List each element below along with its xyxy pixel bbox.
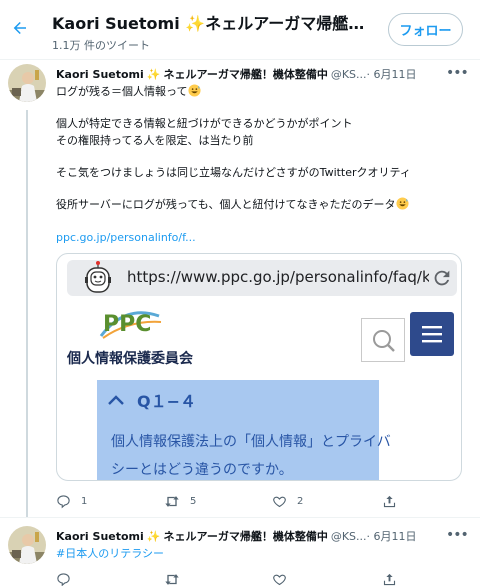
faq-question-line: 個人情報保護法上の「個人情報」とプライバ: [111, 434, 391, 450]
author-name[interactable]: Kaori Suetomi: [56, 68, 144, 81]
author-name-suffix[interactable]: ネェルアーガマ帰艦！機体整備中: [164, 66, 328, 82]
reply-icon: [57, 572, 70, 586]
chevron-up-icon: [108, 395, 124, 405]
search-icon: [373, 330, 395, 352]
site-menu-button: [410, 312, 454, 356]
tweet-header: Kaori Suetomi ✨ ネェルアーガマ帰艦！機体整備中 @KS... ·…: [56, 66, 417, 82]
thread-connector-line: [26, 110, 28, 518]
mascot-icon: [79, 260, 117, 298]
logo-text: PPC: [103, 312, 152, 337]
avatar-image: [8, 526, 46, 564]
retweet-count: 5: [190, 495, 197, 507]
avatar[interactable]: [8, 64, 46, 102]
card-url-text: https://www.ppc.go.jp/personalinfo/faq/k…: [127, 268, 429, 286]
share-icon: [383, 495, 396, 507]
retweet-button[interactable]: 5: [164, 492, 196, 510]
author-name-suffix[interactable]: ネェルアーガマ帰艦！機体整備中: [164, 528, 328, 544]
share-button[interactable]: [382, 492, 397, 510]
retweet-icon: [165, 573, 179, 585]
share-button[interactable]: [382, 570, 397, 586]
author-handle[interactable]: @KS...: [331, 530, 367, 543]
reply-button[interactable]: [56, 570, 71, 586]
arrow-left-icon: [13, 22, 26, 34]
faq-heading: Q１−４: [107, 388, 196, 412]
tweet-link[interactable]: ppc.go.jp/personalinfo/f...: [56, 231, 196, 244]
tweet-header: Kaori Suetomi ✨ ネェルアーガマ帰艦！機体整備中 @KS... ·…: [56, 528, 417, 544]
heart-icon: [273, 574, 286, 585]
sweat-smile-emoji: [188, 84, 201, 97]
tweet-text-line: ログが残る＝個人情報って: [56, 83, 201, 99]
ppc-logo: PPC 個人情報保護委員会: [67, 311, 227, 372]
hashtag-link[interactable]: #日本人のリテラシー: [56, 545, 164, 561]
tweet-actions: [56, 570, 476, 586]
more-options-button[interactable]: •••: [446, 66, 469, 80]
faq-number: Q１−４: [137, 392, 197, 411]
retweet-icon: [165, 495, 179, 507]
sparkle-emoji: ✨: [146, 529, 161, 543]
tweet-text: そこ気をつけましょうは同じ立場なんだけどさすがのTwitterクオリティ: [56, 166, 411, 179]
faq-question: 個人情報保護法上の「個人情報」とプライバ シーとはどう違うのですか。: [111, 428, 391, 480]
tweet-date[interactable]: · 6月11日: [367, 66, 417, 82]
tweet-actions: 1 5 2: [56, 492, 476, 510]
avatar[interactable]: [8, 526, 46, 564]
tweet-divider: [0, 517, 480, 518]
tweet-date[interactable]: · 6月11日: [367, 528, 417, 544]
retweet-button[interactable]: [164, 570, 180, 586]
site-search-button: [361, 318, 405, 362]
link-preview-card[interactable]: https://www.ppc.go.jp/personalinfo/faq/k…: [56, 253, 462, 481]
share-icon: [383, 573, 396, 585]
like-button[interactable]: 2: [272, 492, 303, 510]
sweat-smile-emoji: [396, 197, 410, 210]
tweet-text: ログが残る＝個人情報って: [56, 85, 188, 98]
faq-question-line: シーとはどう違うのですか。: [111, 462, 293, 478]
like-button[interactable]: [272, 570, 287, 586]
tweet-text: 個人が特定できる情報と紐づけができるかどうかがポイント: [56, 117, 353, 130]
sparkle-emoji: ✨: [146, 67, 161, 81]
like-count: 2: [297, 495, 304, 507]
back-button[interactable]: [6, 14, 34, 42]
profile-name: Kaori Suetomi ✨ネェルアーガマ帰艦！機体整備中: [52, 14, 374, 33]
org-name: 個人情報保護委員会: [67, 351, 193, 367]
heart-icon: [273, 496, 286, 507]
reply-button[interactable]: 1: [56, 492, 87, 510]
tweet-text-line: 役所サーバーにログが残っても、個人と紐付けてなきゃただのデータ: [56, 196, 410, 212]
browser-url-bar: https://www.ppc.go.jp/personalinfo/faq/k…: [67, 260, 457, 296]
author-handle[interactable]: @KS...: [331, 68, 367, 81]
more-options-button[interactable]: •••: [446, 528, 469, 542]
reply-count: 1: [81, 495, 88, 507]
profile-header: Kaori Suetomi ✨ネェルアーガマ帰艦！機体整備中 1.1万 件のツイ…: [0, 0, 480, 60]
avatar-image: [8, 64, 46, 102]
tweet-text: 役所サーバーにログが残っても、個人と紐付けてなきゃただのデータ: [56, 198, 396, 211]
reload-icon: [431, 267, 453, 289]
tweet-text: その権限持ってる人を限定、は当たり前: [56, 134, 254, 147]
hamburger-menu-icon: [422, 326, 442, 343]
tweet-count: 1.1万 件のツイート: [52, 39, 150, 52]
faq-panel: Q１−４ 個人情報保護法上の「個人情報」とプライバ シーとはどう違うのですか。: [97, 380, 391, 480]
reply-icon: [57, 494, 70, 508]
author-name[interactable]: Kaori Suetomi: [56, 530, 144, 543]
follow-button[interactable]: フォロー: [388, 13, 463, 46]
